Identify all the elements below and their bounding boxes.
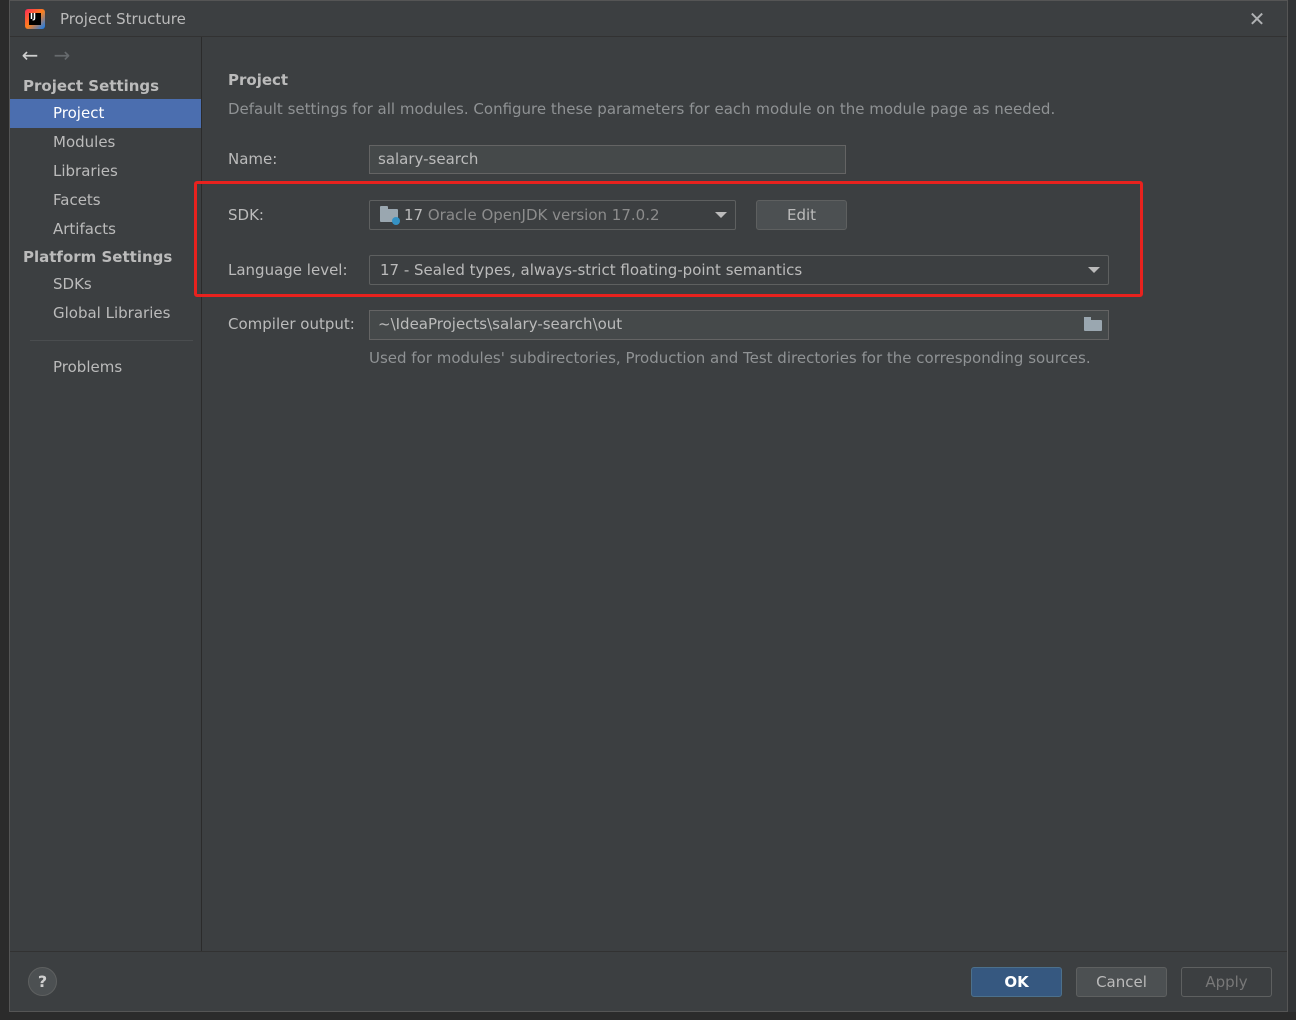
sidebar-item-modules[interactable]: Modules xyxy=(10,128,201,157)
sidebar-divider xyxy=(30,340,193,341)
browse-folder-icon[interactable] xyxy=(1084,317,1102,331)
cancel-button[interactable]: Cancel xyxy=(1076,967,1167,997)
language-level-dropdown[interactable]: 17 - Sealed types, always-strict floatin… xyxy=(369,255,1109,285)
chevron-down-icon xyxy=(1088,267,1100,273)
back-arrow-icon[interactable]: ← xyxy=(18,43,42,67)
background-editor-edge xyxy=(0,0,9,1020)
page-description: Default settings for all modules. Config… xyxy=(228,100,1056,118)
sidebar-item-facets[interactable]: Facets xyxy=(10,186,201,215)
project-settings-header: Project Settings xyxy=(23,77,160,95)
apply-button[interactable]: Apply xyxy=(1181,967,1272,997)
close-icon[interactable]: ✕ xyxy=(1247,9,1267,29)
forward-arrow-icon[interactable]: → xyxy=(50,43,74,67)
sdk-label: SDK: xyxy=(228,206,264,224)
dialog-footer: ? OK Cancel Apply xyxy=(10,951,1287,1011)
ok-button[interactable]: OK xyxy=(971,967,1062,997)
name-label: Name: xyxy=(228,150,278,168)
title-bar: IJ Project Structure ✕ xyxy=(10,1,1287,37)
compiler-output-field[interactable]: ~\IdeaProjects\salary-search\out xyxy=(369,310,1109,340)
jdk-folder-icon xyxy=(380,206,400,225)
language-level-label: Language level: xyxy=(228,261,348,279)
compiler-output-hint: Used for modules' subdirectories, Produc… xyxy=(369,349,1091,367)
project-structure-dialog: IJ Project Structure ✕ ← → Project Setti… xyxy=(9,0,1288,1012)
language-level-value: 17 - Sealed types, always-strict floatin… xyxy=(380,261,803,279)
platform-settings-header: Platform Settings xyxy=(23,248,173,266)
compiler-output-value: ~\IdeaProjects\salary-search\out xyxy=(378,315,623,333)
name-field[interactable]: salary-search xyxy=(369,145,846,174)
window-title: Project Structure xyxy=(60,9,186,28)
sdk-dropdown[interactable]: 17 Oracle OpenJDK version 17.0.2 xyxy=(369,200,736,230)
project-settings-panel: Project Default settings for all modules… xyxy=(203,37,1287,953)
sidebar: ← → Project Settings Project Modules Lib… xyxy=(10,37,202,953)
nav-arrows: ← → xyxy=(10,37,201,73)
sidebar-item-problems[interactable]: Problems xyxy=(10,353,201,382)
help-button[interactable]: ? xyxy=(28,967,57,996)
compiler-output-label: Compiler output: xyxy=(228,315,355,333)
sidebar-item-sdks[interactable]: SDKs xyxy=(10,270,201,299)
sdk-name: Oracle OpenJDK version 17.0.2 xyxy=(427,206,660,224)
sidebar-item-libraries[interactable]: Libraries xyxy=(10,157,201,186)
chevron-down-icon xyxy=(715,212,727,218)
sidebar-item-artifacts[interactable]: Artifacts xyxy=(10,215,201,244)
background-statusbar-edge xyxy=(0,1012,1296,1020)
sdk-version: 17 xyxy=(404,206,424,224)
page-title: Project xyxy=(228,71,289,89)
edit-button-label: Edit xyxy=(786,206,817,224)
intellij-idea-icon: IJ xyxy=(25,8,45,29)
background-editor-edge-right xyxy=(1288,0,1296,1020)
edit-sdk-button[interactable]: Edit xyxy=(756,200,847,230)
sidebar-item-project[interactable]: Project xyxy=(10,99,201,128)
sidebar-item-global-libraries[interactable]: Global Libraries xyxy=(10,299,201,328)
